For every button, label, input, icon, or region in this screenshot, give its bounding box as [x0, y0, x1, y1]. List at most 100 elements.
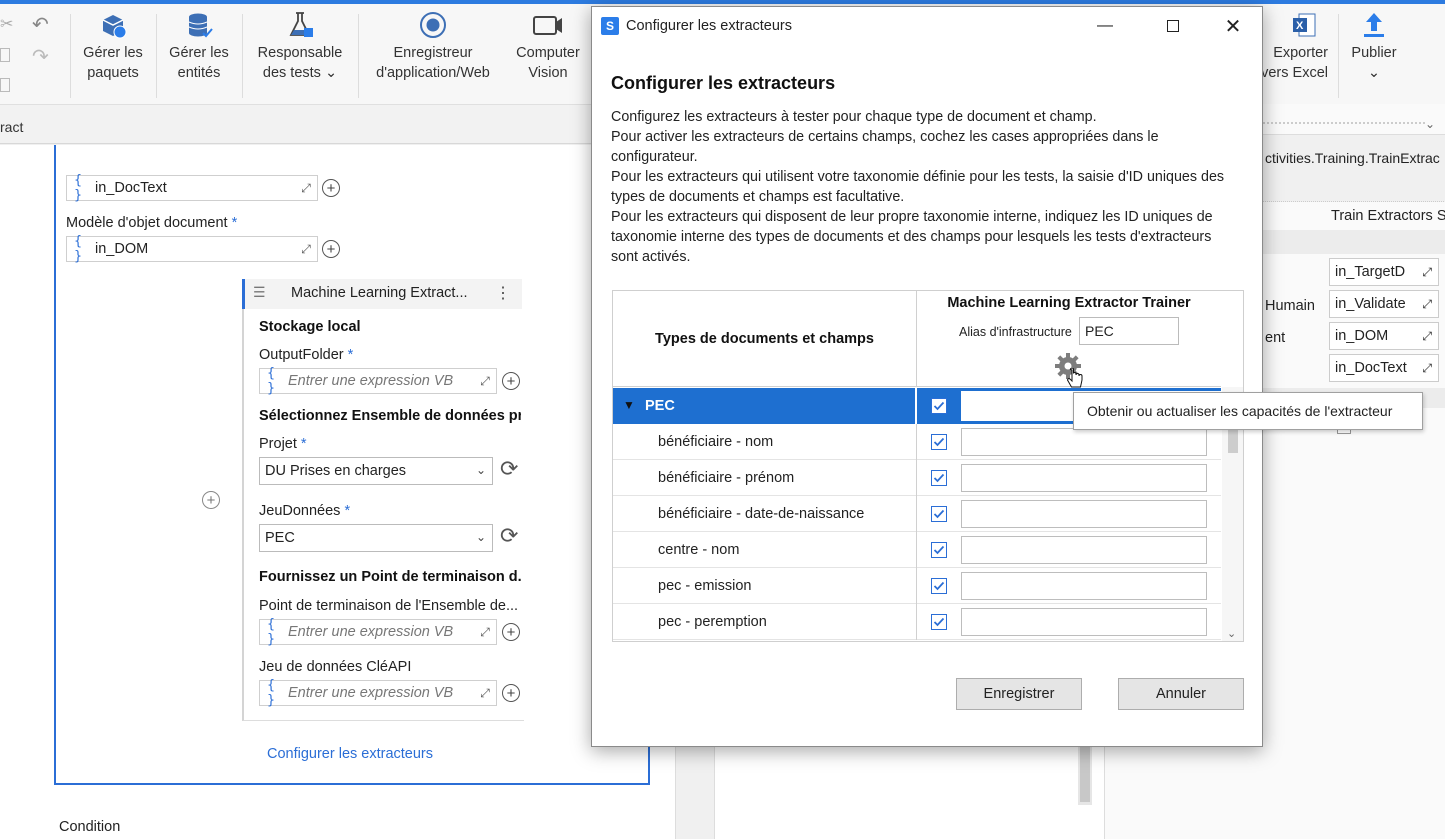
field-id-input[interactable] [961, 608, 1207, 636]
activity-more-icon[interactable]: ⋮ [495, 283, 511, 303]
output-folder-field[interactable]: { } Entrer une expression VB ⤢ [259, 366, 497, 396]
expand-editor-icon[interactable]: ⤢ [474, 686, 496, 701]
field-id-input[interactable] [961, 536, 1207, 564]
target-dataset-field[interactable]: in_TargetD ⤢ [1329, 258, 1439, 286]
doc-text-field[interactable]: { } in_DocText ⤢ [66, 173, 318, 203]
add-argument-icon[interactable]: + [502, 684, 520, 702]
computer-vision-label-1: Computer [516, 45, 580, 61]
recorder-label-1: Enregistreur [393, 45, 473, 61]
field-row[interactable]: pec - emission [613, 568, 1221, 604]
add-argument-icon[interactable]: + [502, 372, 520, 390]
field-id-input[interactable] [961, 500, 1207, 528]
test-manager-button[interactable]: Responsable des tests ⌄ [254, 10, 346, 83]
field-id-input[interactable] [961, 572, 1207, 600]
doc-type-name: PEC [613, 388, 917, 424]
output-folder-placeholder: Entrer une expression VB [288, 373, 454, 389]
publish-label: Publier [1351, 45, 1397, 61]
project-dropdown[interactable]: DU Prises en charges ⌄ [259, 457, 493, 485]
document-tab-label[interactable]: ract [0, 119, 23, 135]
expand-editor-icon[interactable]: ⤢ [295, 242, 317, 257]
endpoint-placeholder: Entrer une expression VB [288, 624, 454, 640]
manage-packages-button[interactable]: Gérer les paquets [80, 10, 146, 83]
doc-text-property-field[interactable]: in_DocText ⤢ [1329, 354, 1439, 382]
expand-editor-icon[interactable]: ⤢ [474, 625, 496, 640]
field-row[interactable]: centre - nom [613, 532, 1221, 568]
dom-field[interactable]: { } in_DOM ⤢ [66, 234, 318, 264]
excel-icon: X [1256, 10, 1328, 40]
chevron-down-icon: ⌄ [475, 463, 486, 477]
endpoint-heading: Fournissez un Point de terminaison d. [259, 569, 521, 585]
human-label: Humain [1265, 298, 1315, 314]
field-checkbox[interactable] [931, 578, 947, 594]
cut-icon[interactable]: ✂ [0, 14, 13, 34]
insert-activity-icon[interactable]: + [202, 491, 220, 509]
activity-type-name: ctivities.Training.TrainExtrac [1265, 150, 1440, 166]
dialog-heading: Configurer les extracteurs [611, 73, 836, 93]
chevron-down-icon[interactable]: ⌄ [1425, 117, 1435, 131]
refresh-datasets-icon[interactable]: ⟳ [500, 523, 518, 549]
field-checkbox[interactable] [931, 542, 947, 558]
framework-alias-input[interactable]: PEC [1079, 317, 1179, 345]
field-name: bénéficiaire - date-de-naissance [613, 496, 917, 532]
app-web-recorder-button[interactable]: Enregistreur d'application/Web [368, 10, 498, 83]
field-row[interactable]: pec - peremption [613, 604, 1221, 640]
endpoint-field[interactable]: { } Entrer une expression VB ⤢ [259, 617, 497, 647]
field-checkbox[interactable] [931, 434, 947, 450]
workflow-designer: { } in_DocText ⤢ + Modèle d'objet docume… [0, 145, 676, 839]
test-manager-flask-icon [254, 10, 346, 40]
undo-icon[interactable]: ↶ [32, 12, 49, 37]
expand-editor-icon[interactable]: ⤢ [295, 181, 317, 196]
cancel-button[interactable]: Annuler [1118, 678, 1244, 710]
chevron-down-icon[interactable]: ⌄ [1227, 627, 1236, 640]
extractor-name: Machine Learning Extractor Trainer [947, 295, 1191, 311]
configure-extractors-dialog: S Configurer les extracteurs — ✕ Configu… [591, 6, 1263, 747]
manage-entities-icon [166, 10, 232, 40]
copy-icon[interactable] [0, 48, 10, 62]
configure-extractors-link[interactable]: Configurer les extracteurs [267, 746, 433, 762]
add-argument-icon[interactable]: + [322, 240, 340, 258]
description-line: Pour les extracteurs qui disposent de le… [611, 209, 1213, 265]
computer-vision-button[interactable]: Computer Vision [508, 10, 588, 83]
export-excel-button[interactable]: X Exporter vers Excel [1256, 10, 1328, 83]
validate-field[interactable]: in_Validate ⤢ [1329, 290, 1439, 318]
ml-extractor-activity-header[interactable]: ☰ Machine Learning Extract... ⋮ [242, 279, 522, 309]
expression-braces-icon: { } [267, 617, 275, 647]
add-argument-icon[interactable]: + [502, 623, 520, 641]
field-id-input[interactable] [961, 428, 1207, 456]
field-checkbox[interactable] [931, 506, 947, 522]
project-label: Projet * [259, 436, 307, 452]
hand-cursor-icon [1066, 368, 1083, 388]
add-argument-icon[interactable]: + [322, 179, 340, 197]
field-name: bénéficiaire - nom [613, 424, 917, 460]
minimize-icon[interactable]: — [1082, 7, 1128, 45]
redo-icon[interactable]: ↷ [32, 44, 49, 69]
ribbon-separator [358, 14, 359, 98]
doc-type-checkbox[interactable] [931, 398, 947, 414]
field-checkbox[interactable] [931, 470, 947, 486]
save-button[interactable]: Enregistrer [956, 678, 1082, 710]
api-key-field[interactable]: { } Entrer une expression VB ⤢ [259, 678, 497, 708]
paste-icon[interactable] [0, 78, 10, 92]
grid-scrollbar-thumb[interactable] [1228, 427, 1238, 453]
activity-title: Machine Learning Extract... [291, 285, 468, 301]
field-checkbox[interactable] [931, 614, 947, 630]
ml-extractor-activity[interactable] [242, 279, 524, 721]
field-row[interactable]: bénéficiaire - prénom [613, 460, 1221, 496]
field-name: bénéficiaire - prénom [613, 460, 917, 496]
dom-property-field[interactable]: in_DOM ⤢ [1329, 322, 1439, 350]
manage-entities-label-1: Gérer les [169, 45, 229, 61]
manage-entities-button[interactable]: Gérer les entités [166, 10, 232, 83]
dialog-window-title: Configurer les extracteurs [626, 18, 793, 34]
expand-editor-icon[interactable]: ⤢ [474, 374, 496, 389]
field-row[interactable]: bénéficiaire - date-de-naissance [613, 496, 1221, 532]
activity-type-icon: ☰ [253, 284, 266, 300]
doc-types-column-header: Types de documents et champs [613, 291, 917, 387]
field-id-input[interactable] [961, 464, 1207, 492]
framework-alias-label: Alias d'infrastructure [959, 325, 1072, 339]
description-line: Pour les extracteurs qui utilisent votre… [611, 169, 1225, 205]
close-icon[interactable]: ✕ [1210, 7, 1256, 45]
refresh-projects-icon[interactable]: ⟳ [500, 456, 518, 482]
publish-button[interactable]: Publier ⌄ [1346, 10, 1402, 83]
dataset-dropdown[interactable]: PEC ⌄ [259, 524, 493, 552]
maximize-icon[interactable] [1150, 7, 1196, 45]
